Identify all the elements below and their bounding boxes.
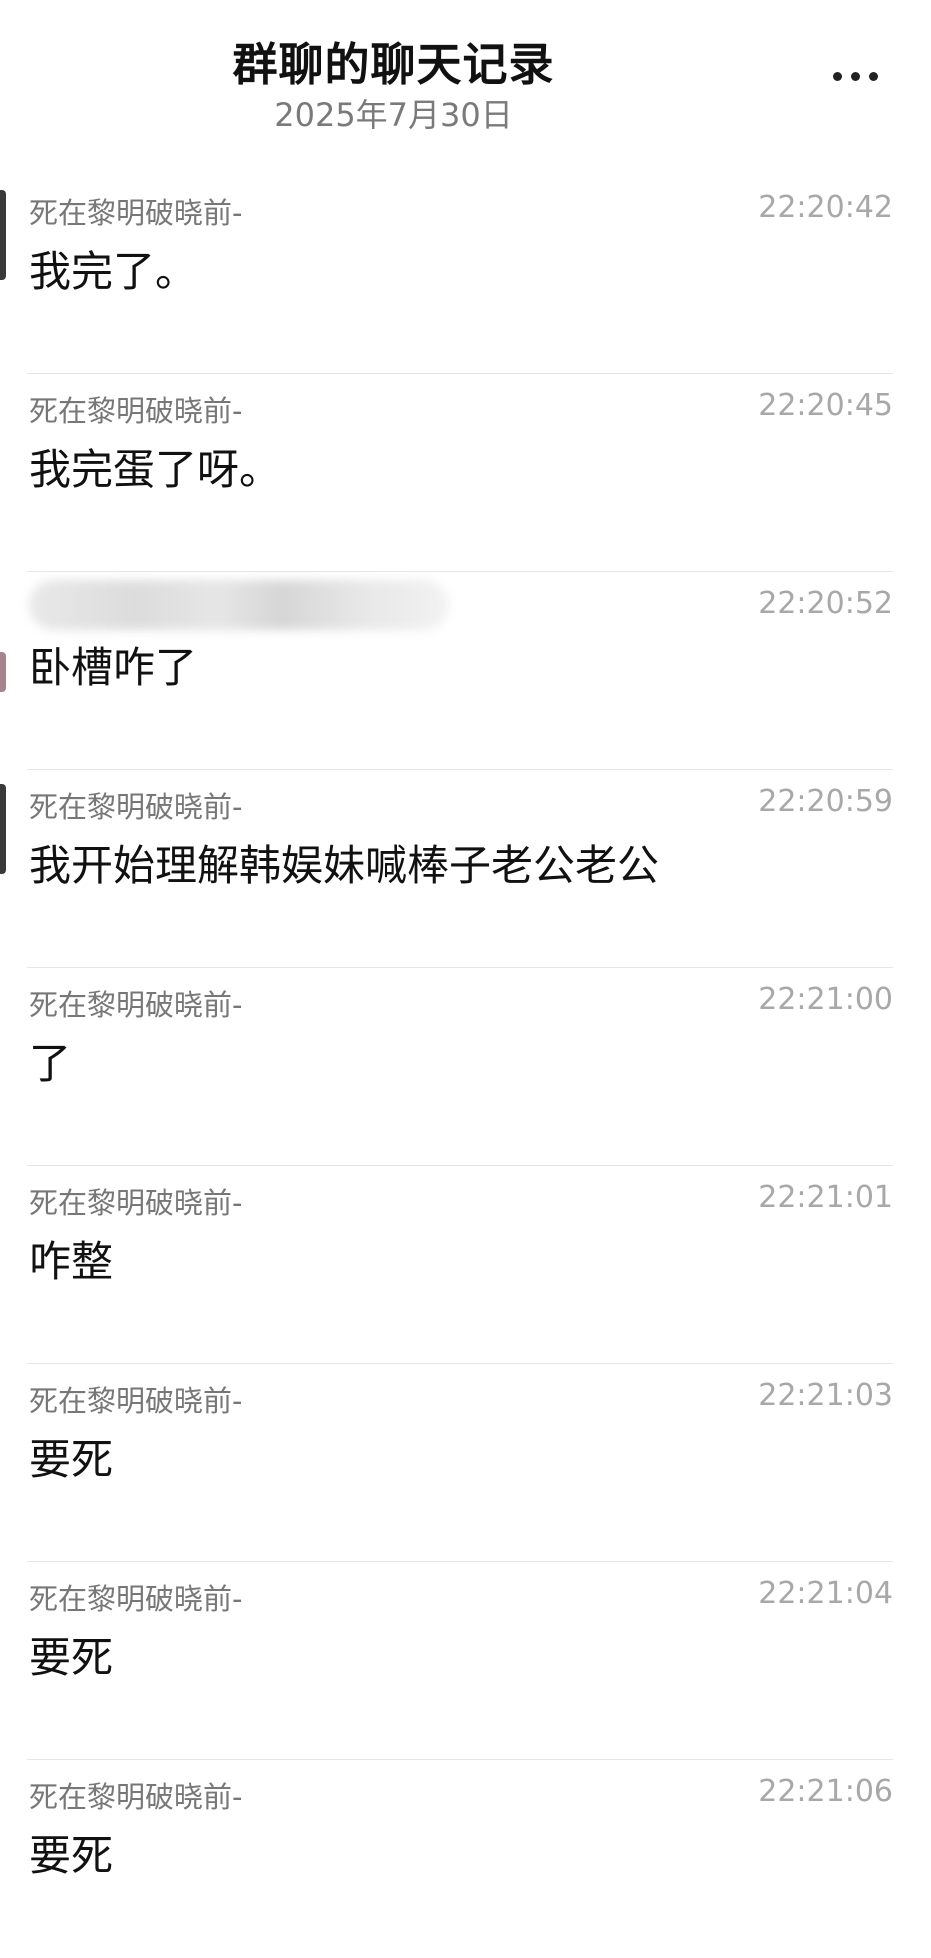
chat-date: 2025年7月30日 xyxy=(274,96,513,134)
message-time: 22:21:04 xyxy=(758,1576,893,1611)
message-text: 要死 xyxy=(29,1633,114,1682)
header: 群聊的聊天记录 2025年7月30日 xyxy=(0,0,931,150)
message-text: 咋整 xyxy=(29,1237,114,1286)
message-time: 22:21:03 xyxy=(758,1378,893,1413)
more-horizontal-icon xyxy=(832,71,842,81)
avatar[interactable] xyxy=(0,652,6,692)
sender-name: 死在黎明破晓前- xyxy=(29,196,243,230)
message-time: 22:20:52 xyxy=(758,586,893,621)
message-time: 22:21:06 xyxy=(758,1774,893,1809)
sender-name-blurred xyxy=(29,580,449,630)
avatar[interactable] xyxy=(0,190,6,280)
message-item[interactable]: 死在黎明破晓前- 22:21:00 了 xyxy=(0,968,931,1166)
message-item[interactable]: 死在黎明破晓前- 22:21:03 要死 xyxy=(0,1364,931,1562)
message-item[interactable]: 死在黎明破晓前- 22:20:42 我完了。 xyxy=(0,176,931,374)
sender-name: 死在黎明破晓前- xyxy=(29,988,243,1022)
message-item[interactable]: 死在黎明破晓前- 22:21:06 要死 xyxy=(0,1760,931,1958)
avatar[interactable] xyxy=(0,784,6,874)
sender-name: 死在黎明破晓前- xyxy=(29,394,243,428)
message-item[interactable]: 死在黎明破晓前- 22:20:59 我开始理解韩娱妹喊棒子老公老公 xyxy=(0,770,931,968)
message-item[interactable]: 死在黎明破晓前- 22:21:04 要死 xyxy=(0,1562,931,1760)
message-item[interactable]: 22:20:52 卧槽咋了 xyxy=(0,572,931,770)
more-horizontal-icon xyxy=(868,71,878,81)
more-options-button[interactable] xyxy=(820,56,890,96)
message-item[interactable]: 死在黎明破晓前- 22:21:01 咋整 xyxy=(0,1166,931,1364)
message-text: 我完了。 xyxy=(29,247,198,296)
message-text: 要死 xyxy=(29,1435,114,1484)
sender-name: 死在黎明破晓前- xyxy=(29,790,243,824)
message-time: 22:20:42 xyxy=(758,190,893,225)
sender-name: 死在黎明破晓前- xyxy=(29,1582,243,1616)
message-time: 22:21:00 xyxy=(758,982,893,1017)
message-text: 我开始理解韩娱妹喊棒子老公老公 xyxy=(29,841,660,890)
message-text: 我完蛋了呀。 xyxy=(29,445,282,494)
message-list: 死在黎明破晓前- 22:20:42 我完了。 死在黎明破晓前- 22:20:45… xyxy=(0,176,931,1958)
message-time: 22:21:01 xyxy=(758,1180,893,1215)
sender-name: 死在黎明破晓前- xyxy=(29,1186,243,1220)
more-horizontal-icon xyxy=(850,71,860,81)
message-time: 22:20:59 xyxy=(758,784,893,819)
sender-name: 死在黎明破晓前- xyxy=(29,1780,243,1814)
sender-name: 死在黎明破晓前- xyxy=(29,1384,243,1418)
message-text: 了 xyxy=(29,1039,72,1088)
message-item[interactable]: 死在黎明破晓前- 22:20:45 我完蛋了呀。 xyxy=(0,374,931,572)
message-time: 22:20:45 xyxy=(758,388,893,423)
message-text: 卧槽咋了 xyxy=(29,643,198,692)
message-text: 要死 xyxy=(29,1831,114,1880)
page-title: 群聊的聊天记录 xyxy=(232,38,555,91)
